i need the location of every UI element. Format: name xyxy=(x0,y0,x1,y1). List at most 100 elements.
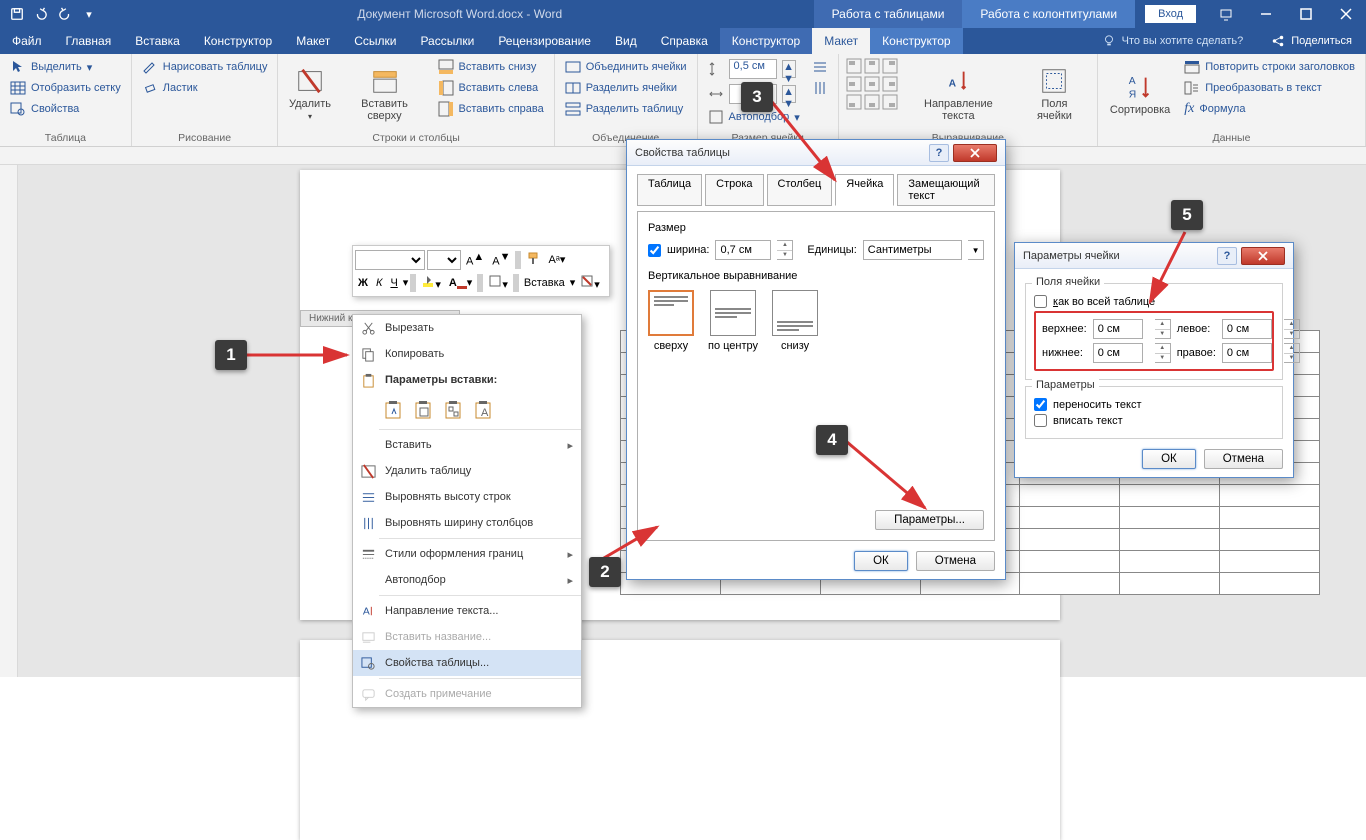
paste-merge-icon[interactable] xyxy=(411,397,437,423)
convert-to-text-button[interactable]: Преобразовать в текст xyxy=(1180,78,1359,98)
close-button[interactable] xyxy=(1326,0,1366,28)
dialog1-ok-button[interactable]: ОК xyxy=(854,551,908,571)
dlg-tab-row[interactable]: Строка xyxy=(705,174,763,206)
minimize-button[interactable] xyxy=(1246,0,1286,28)
dlg-tab-column[interactable]: Столбец xyxy=(767,174,833,206)
cm-delete-table[interactable]: Удалить таблицу xyxy=(353,458,581,484)
dialog2-cancel-button[interactable]: Отмена xyxy=(1204,449,1283,469)
tab-layout[interactable]: Макет xyxy=(284,28,342,54)
margin-right-spinner[interactable]: ▲▼ xyxy=(1284,343,1300,363)
tab-table-layout[interactable]: Макет xyxy=(812,28,870,54)
insert-menu[interactable]: Вставка xyxy=(521,277,568,289)
tab-view[interactable]: Вид xyxy=(603,28,649,54)
valign-top-option[interactable]: сверху xyxy=(648,290,694,352)
draw-table-button[interactable]: Нарисовать таблицу xyxy=(138,57,272,77)
cm-copy[interactable]: Копировать xyxy=(353,341,581,367)
align-br-icon[interactable] xyxy=(881,93,899,111)
format-painter-icon[interactable] xyxy=(523,251,543,268)
tab-header-design[interactable]: Конструктор xyxy=(870,28,962,54)
align-mr-icon[interactable] xyxy=(881,75,899,93)
paste-nest-icon[interactable] xyxy=(441,397,467,423)
repeat-header-button[interactable]: Повторить строки заголовков xyxy=(1180,57,1359,77)
margin-left-input[interactable] xyxy=(1222,319,1272,339)
insert-right-button[interactable]: Вставить справа xyxy=(434,99,548,119)
gridlines-button[interactable]: Отобразить сетку xyxy=(6,78,125,98)
tab-table-design[interactable]: Конструктор xyxy=(720,28,812,54)
cm-insert[interactable]: Вставить▸ xyxy=(353,432,581,458)
split-cells-button[interactable]: Разделить ячейки xyxy=(561,78,691,98)
paste-text-only-icon[interactable]: A xyxy=(471,397,497,423)
font-size-selector[interactable] xyxy=(427,250,461,270)
shrink-font-icon[interactable]: A▼ xyxy=(489,251,513,268)
same-as-table-checkbox[interactable] xyxy=(1034,295,1047,308)
dialog2-help-button[interactable]: ? xyxy=(1217,247,1237,265)
styles-icon[interactable]: Aᵃ▾ xyxy=(545,253,568,266)
italic-button[interactable]: К xyxy=(373,277,385,289)
fit-text-checkbox[interactable] xyxy=(1034,414,1047,427)
dialog-help-button[interactable]: ? xyxy=(929,144,949,162)
undo-icon[interactable] xyxy=(30,3,52,25)
formula-button[interactable]: fxФормула xyxy=(1180,99,1359,119)
cm-cut[interactable]: Вырезать xyxy=(353,315,581,341)
align-tr-icon[interactable] xyxy=(881,57,899,75)
cm-table-properties[interactable]: Свойства таблицы... xyxy=(353,650,581,676)
tab-design[interactable]: Конструктор xyxy=(192,28,284,54)
cm-autofit[interactable]: Автоподбор▸ xyxy=(353,567,581,593)
highlight-icon[interactable]: ▾ xyxy=(418,274,444,291)
valign-center-option[interactable]: по центру xyxy=(708,290,758,352)
tell-me-search[interactable]: Что вы хотите сделать? xyxy=(1088,34,1258,48)
ribbon-options-icon[interactable] xyxy=(1206,0,1246,28)
valign-bottom-option[interactable]: снизу xyxy=(772,290,818,352)
select-button[interactable]: Выделить▾ xyxy=(6,57,125,77)
dlg-tab-table[interactable]: Таблица xyxy=(637,174,702,206)
align-tl-icon[interactable] xyxy=(845,57,863,75)
align-bc-icon[interactable] xyxy=(863,93,881,111)
text-direction-button[interactable]: AНаправление текста xyxy=(903,57,1014,130)
insert-above-button[interactable]: Вставить сверху xyxy=(339,57,429,130)
tab-home[interactable]: Главная xyxy=(54,28,124,54)
dialog-close-button[interactable] xyxy=(953,144,997,162)
tab-mailings[interactable]: Рассылки xyxy=(408,28,486,54)
width-checkbox[interactable] xyxy=(648,244,661,257)
insert-left-button[interactable]: Вставить слева xyxy=(434,78,548,98)
margin-bottom-input[interactable] xyxy=(1093,343,1143,363)
save-icon[interactable] xyxy=(6,3,28,25)
dialog2-ok-button[interactable]: ОК xyxy=(1142,449,1196,469)
delete-button[interactable]: Удалить▾ xyxy=(284,57,335,130)
cell-margins-button[interactable]: Поля ячейки xyxy=(1018,57,1091,130)
sort-button[interactable]: AЯСортировка xyxy=(1104,57,1176,130)
eraser-button[interactable]: Ластик xyxy=(138,78,272,98)
maximize-button[interactable] xyxy=(1286,0,1326,28)
grow-font-icon[interactable]: A▲ xyxy=(463,251,487,268)
delete-menu-icon[interactable]: ▾ xyxy=(577,274,603,291)
dlg-tab-cell[interactable]: Ячейка xyxy=(835,174,894,206)
redo-icon[interactable] xyxy=(54,3,76,25)
font-color-icon[interactable]: A▾ xyxy=(446,276,475,289)
vertical-ruler[interactable] xyxy=(0,165,18,677)
dialog1-cancel-button[interactable]: Отмена xyxy=(916,551,995,571)
tab-file[interactable]: Файл xyxy=(0,28,54,54)
margin-bottom-spinner[interactable]: ▲▼ xyxy=(1155,343,1171,363)
split-table-button[interactable]: Разделить таблицу xyxy=(561,99,691,119)
align-mc-icon[interactable] xyxy=(863,75,881,93)
row-height-input[interactable]: 0,5 см▲▼ xyxy=(704,57,804,81)
paste-keep-formatting-icon[interactable] xyxy=(381,397,407,423)
tab-review[interactable]: Рецензирование xyxy=(486,28,603,54)
margin-right-input[interactable] xyxy=(1222,343,1272,363)
tab-help[interactable]: Справка xyxy=(649,28,720,54)
align-tc-icon[interactable] xyxy=(863,57,881,75)
qat-dropdown-icon[interactable]: ▾ xyxy=(78,3,100,25)
margin-top-spinner[interactable]: ▲▼ xyxy=(1155,319,1171,339)
borders-icon[interactable]: ▾ xyxy=(485,274,511,291)
width-spinner[interactable]: ▲▼ xyxy=(777,240,793,260)
cm-distribute-cols[interactable]: Выровнять ширину столбцов xyxy=(353,510,581,536)
underline-button[interactable]: Ч xyxy=(387,277,400,289)
tab-references[interactable]: Ссылки xyxy=(342,28,408,54)
bold-button[interactable]: Ж xyxy=(355,277,371,289)
cm-text-direction[interactable]: AНаправление текста... xyxy=(353,598,581,624)
distribute-cols-icon[interactable] xyxy=(808,78,832,98)
tab-insert[interactable]: Вставка xyxy=(123,28,192,54)
units-combo[interactable]: Сантиметры xyxy=(863,240,962,260)
insert-below-button[interactable]: Вставить снизу xyxy=(434,57,548,77)
units-combo-arrow[interactable]: ▼ xyxy=(968,240,984,260)
